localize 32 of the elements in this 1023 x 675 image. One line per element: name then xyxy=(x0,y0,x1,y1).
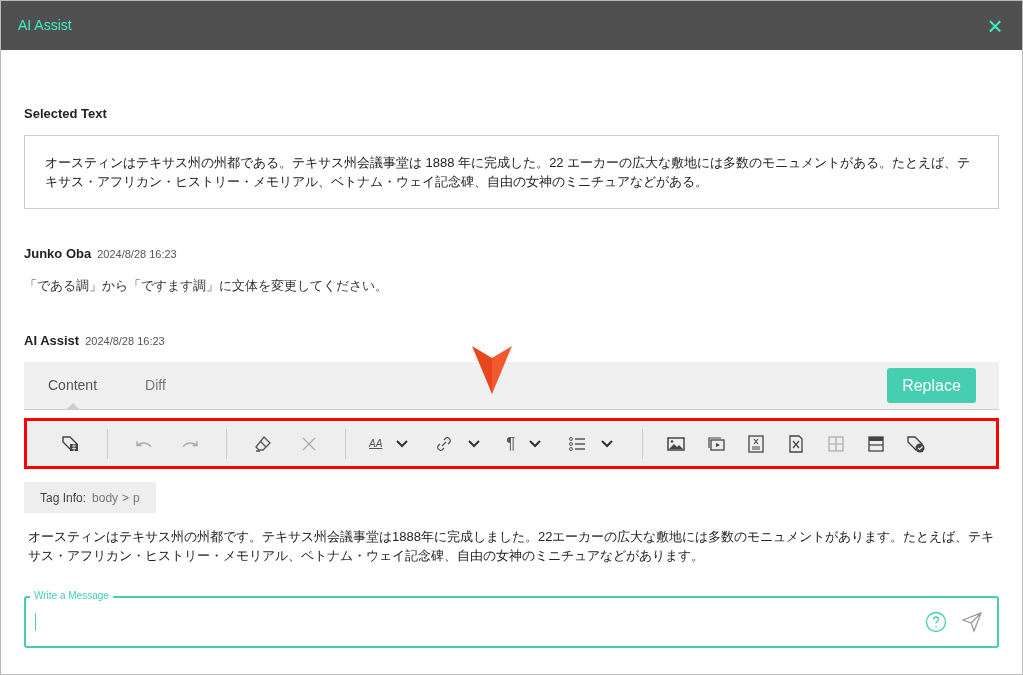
caret-icon xyxy=(396,439,409,448)
section-heading: Selected Text xyxy=(24,106,108,122)
tab[interactable]: Diff xyxy=(121,362,190,409)
table-icon xyxy=(826,433,847,454)
caret-icon xyxy=(601,439,614,448)
tag-icon xyxy=(61,433,81,454)
tab[interactable]: Content xyxy=(24,362,122,409)
timestamp: 2024/8/28 16:23 xyxy=(85,333,165,349)
author-name: Junko Oba xyxy=(24,245,92,263)
redo-icon xyxy=(182,439,198,448)
close-button[interactable]: × xyxy=(985,13,1005,38)
message-text: 「である調」から「ですます調」に文体を変更してください。 xyxy=(24,276,389,294)
dropdown-button[interactable]: ¶ xyxy=(496,428,552,459)
caret-icon xyxy=(468,439,481,448)
text-cursor xyxy=(35,613,36,631)
window-title: AI Assist xyxy=(18,16,72,35)
annotation-arrow xyxy=(472,346,512,394)
author-name: AI Assist xyxy=(24,331,80,350)
tag-info-label: Tag Info: xyxy=(40,489,87,507)
field-label: Write a Message xyxy=(30,590,113,602)
dropdown-button[interactable]: AA xyxy=(359,428,419,459)
undo-icon xyxy=(136,439,152,448)
panel-icon xyxy=(866,433,887,454)
timestamp: 2024/8/28 16:23 xyxy=(97,247,177,262)
tag-path-item: p xyxy=(133,489,140,507)
tag-check-icon xyxy=(906,433,927,454)
caret-icon xyxy=(529,439,542,448)
selected-text: オースティンはテキサス州の州都である。テキサス州会議事堂は 1888 年に完成した。22 エーカーの広大な敷地には多数のモニュメントがある。たとえば、テキサス・アフリカン・ヒストリー・メモリアル、ベトナム・ウェイ記念碑、自由の女神のミニチュアなどがある。 xyxy=(45,154,972,191)
result-text: オースティンはテキサス州の州都です。テキサス州会議事堂は1888年に完成しました。22エーカーの広大な敷地には多数のモニュメントがあります。たとえば、テキサス・アフリカン・ヒストリー・メモリアル、ベトナム・ウェイ記念碑、自由の女神のミニチュアなどがあります。 xyxy=(27,528,996,565)
send-icon[interactable] xyxy=(961,611,983,633)
tag-path-item: > xyxy=(122,489,130,507)
tag-path-item: body xyxy=(92,489,119,507)
